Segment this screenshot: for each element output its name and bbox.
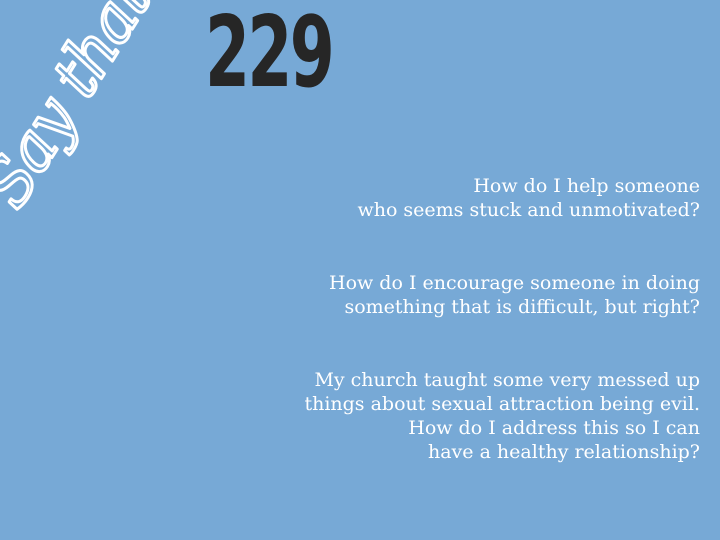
question-line: How do I help someone bbox=[473, 175, 700, 197]
question-line: My church taught some very messed up bbox=[314, 369, 700, 391]
question-2: How do I encourage someone in doing some… bbox=[270, 271, 700, 319]
question-line: have a healthy relationship? bbox=[427, 441, 700, 463]
question-1: How do I help someone who seems stuck an… bbox=[270, 174, 700, 222]
question-line: How do I address this so I can bbox=[408, 417, 700, 439]
question-line: things about sexual attraction being evi… bbox=[304, 393, 700, 415]
question-3: My church taught some very messed up thi… bbox=[270, 368, 700, 464]
questions-list: How do I help someone who seems stuck an… bbox=[270, 174, 700, 464]
svg-text:Say that.: Say that. bbox=[0, 0, 176, 220]
question-line: who seems stuck and unmotivated? bbox=[357, 199, 700, 221]
question-line: something that is difficult, but right? bbox=[344, 296, 700, 318]
episode-number: 229 bbox=[205, 0, 335, 110]
question-line: How do I encourage someone in doing bbox=[329, 272, 700, 294]
say-that-logo: Say that. bbox=[0, 0, 210, 230]
